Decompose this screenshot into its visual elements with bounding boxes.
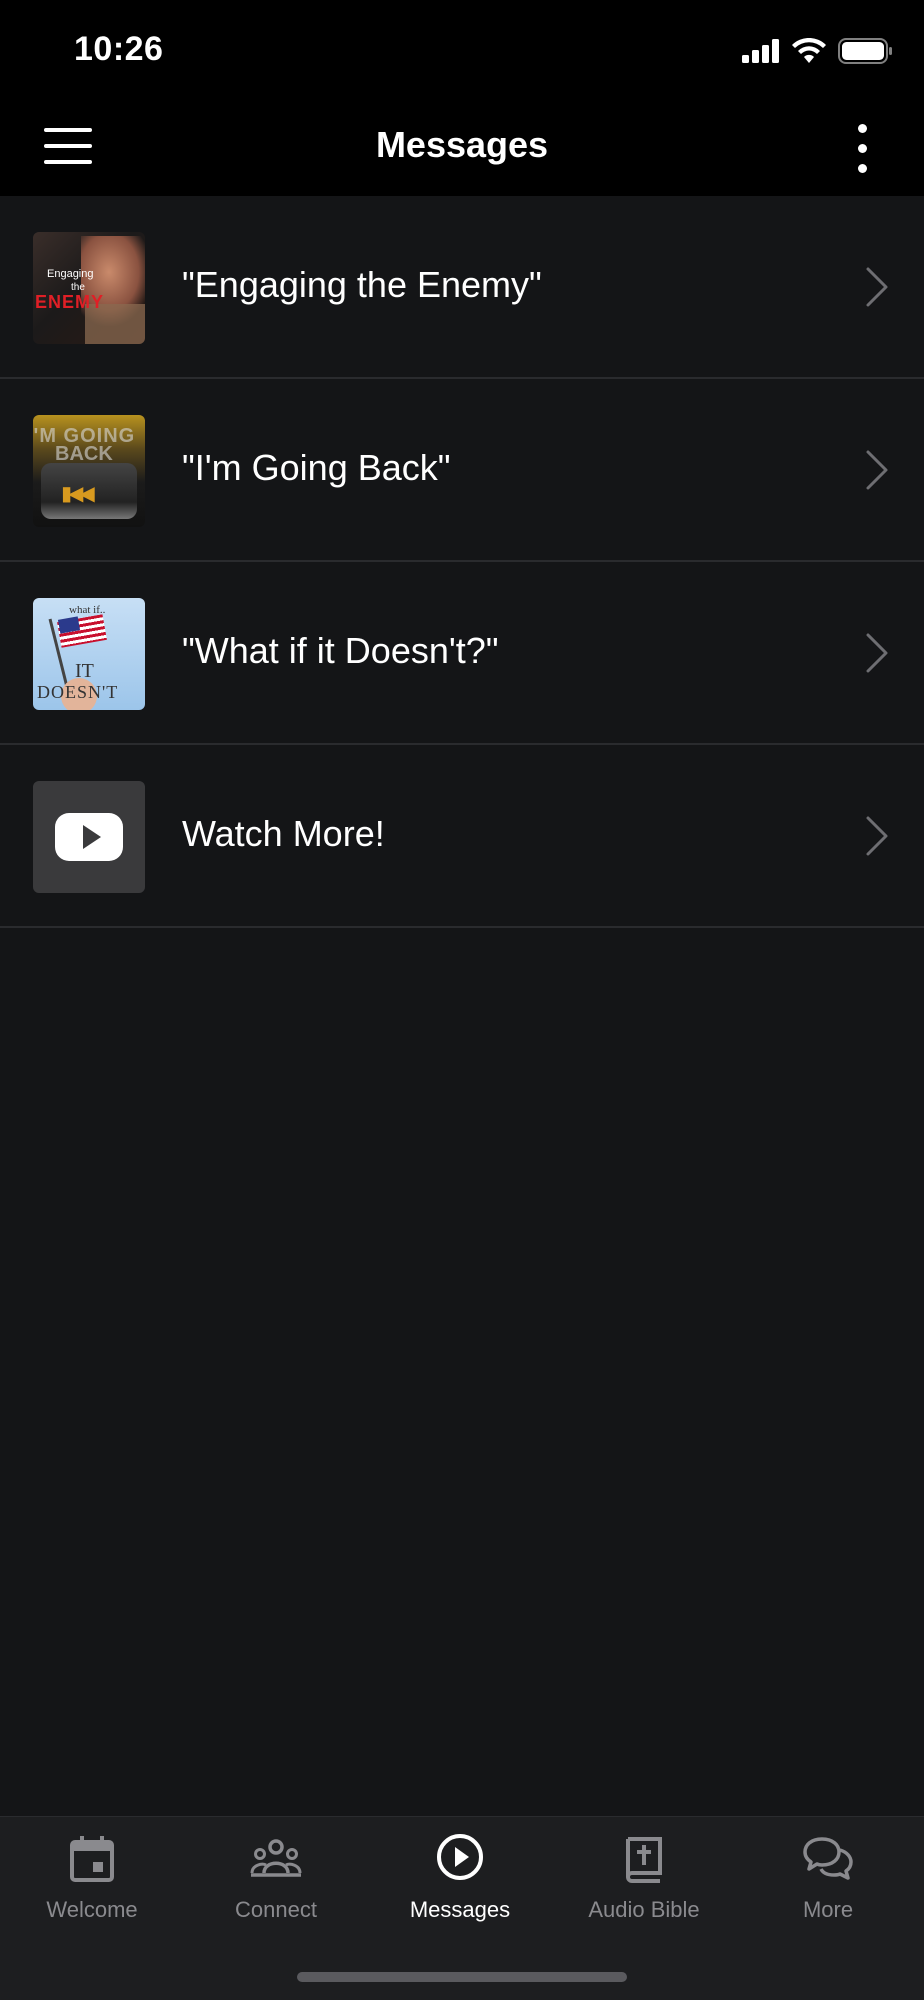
tab-label: Connect — [235, 1897, 317, 1922]
tab-welcome[interactable]: Welcome — [0, 1817, 184, 1937]
list-item-im-going-back[interactable]: I'M GOING BACK ▮◀◀ "I'm Going Back" — [0, 379, 924, 562]
calendar-icon — [70, 1836, 114, 1882]
list-item-watch-more[interactable]: Watch More! — [0, 745, 924, 928]
tab-label: More — [802, 1897, 854, 1922]
message-thumbnail: what if.. IT DOESN'T — [33, 598, 145, 710]
play-circle-icon — [437, 1834, 483, 1880]
thumbnail-text: IT — [75, 660, 94, 682]
app-header: Messages — [0, 100, 924, 196]
tab-more[interactable]: More — [736, 1817, 920, 1937]
home-indicator[interactable] — [297, 1972, 627, 1982]
wifi-icon — [792, 38, 826, 63]
tab-messages[interactable]: Messages — [368, 1817, 552, 1937]
thumbnail-text: DOESN'T — [37, 682, 119, 702]
battery-icon — [838, 38, 892, 64]
list-item-what-if-it-doesnt[interactable]: what if.. IT DOESN'T "What if it Doesn't… — [0, 562, 924, 745]
list-item-label: "I'm Going Back" — [182, 447, 451, 488]
tab-label: Welcome — [46, 1897, 138, 1922]
status-icons — [742, 36, 894, 66]
list-item-engaging-the-enemy[interactable]: Engaging the ENEMY "Engaging the Enemy" — [0, 196, 924, 379]
status-time: 10:26 — [74, 30, 164, 68]
chevron-right-icon — [866, 816, 888, 856]
chevron-right-icon — [866, 633, 888, 673]
tab-audio-bible[interactable]: Audio Bible — [552, 1817, 736, 1937]
message-thumbnail: Engaging the ENEMY — [33, 232, 145, 344]
list-item-label: Watch More! — [182, 813, 385, 854]
messages-list: Engaging the ENEMY "Engaging the Enemy" … — [0, 196, 924, 928]
rewind-icon: ▮◀◀ — [61, 483, 95, 505]
bible-icon — [626, 1837, 662, 1883]
chevron-right-icon — [866, 450, 888, 490]
thumbnail-text: ENEMY — [35, 292, 105, 312]
thumbnail-text: Engaging — [47, 268, 94, 280]
tab-label: Audio Bible — [588, 1897, 700, 1922]
group-icon — [250, 1839, 302, 1877]
list-item-label: "Engaging the Enemy" — [182, 264, 542, 305]
tab-connect[interactable]: Connect — [184, 1817, 368, 1937]
tab-label: Messages — [409, 1897, 511, 1922]
signal-icon — [742, 39, 779, 63]
message-thumbnail: I'M GOING BACK ▮◀◀ — [33, 415, 145, 527]
chevron-right-icon — [866, 267, 888, 307]
more-vertical-icon[interactable] — [856, 122, 868, 174]
status-bar: 10:26 — [0, 0, 924, 100]
page-title: Messages — [375, 124, 549, 165]
youtube-icon — [33, 781, 145, 893]
chat-bubbles-icon — [803, 1837, 853, 1880]
list-item-label: "What if it Doesn't?" — [182, 630, 499, 671]
